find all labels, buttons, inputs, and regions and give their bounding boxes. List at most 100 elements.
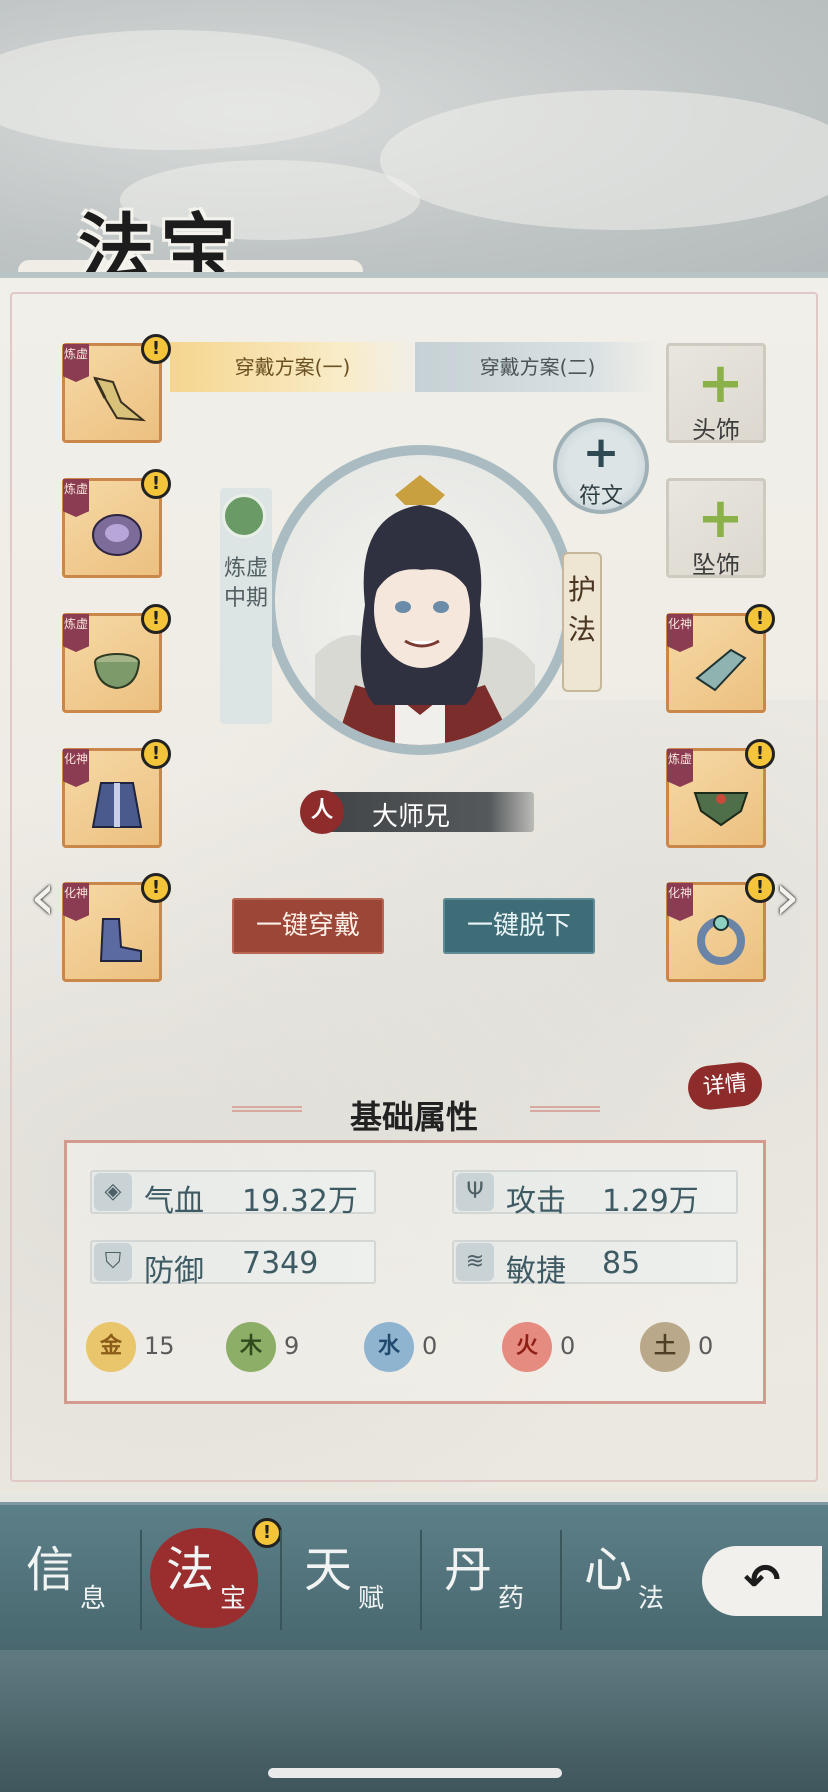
- jade-bracer-icon: [695, 648, 747, 692]
- realm-panel: 炼虚中期: [220, 488, 272, 724]
- grade-tag: 化神: [667, 883, 693, 921]
- element-metal: 金 15: [86, 1322, 206, 1372]
- equip-all-button[interactable]: 一键穿戴: [232, 898, 384, 954]
- stat-agility: ≋ 敏捷 85: [452, 1240, 738, 1289]
- wing-icon: ≋: [456, 1243, 494, 1281]
- slot-label: 坠饰: [692, 551, 740, 579]
- green-belt-icon: [693, 792, 749, 827]
- stat-value: 1.29万: [602, 1184, 699, 1219]
- nav-divider: [420, 1530, 422, 1630]
- equip-slot-left-3[interactable]: 炼虚 !: [62, 604, 171, 713]
- nav-divider: [560, 1530, 562, 1630]
- sword-blade-icon: [93, 376, 147, 422]
- unequip-all-button[interactable]: 一键脱下: [443, 898, 595, 954]
- element-fire: 火 0: [502, 1322, 622, 1372]
- outfit-tabs: 穿戴方案(一) 穿戴方案(二): [170, 342, 660, 392]
- equip-slot-left-5[interactable]: 化神 !: [62, 873, 171, 982]
- element-value: 0: [698, 1332, 714, 1360]
- plus-icon: +: [697, 351, 744, 416]
- nav-main-label: 丹: [444, 1542, 493, 1598]
- back-arrow-icon[interactable]: ↶: [702, 1546, 822, 1616]
- stats-title: 基础属性: [349, 1098, 478, 1136]
- element-value: 0: [560, 1332, 576, 1360]
- earth-element-icon: 土: [640, 1322, 690, 1372]
- element-value: 15: [144, 1332, 175, 1360]
- equip-slot-right-1[interactable]: 化神 !: [666, 604, 775, 713]
- grade-tag: 炼虚: [667, 749, 693, 787]
- stat-value: 7349: [242, 1246, 319, 1281]
- rune-label: 符文: [578, 484, 623, 509]
- equip-slot-pendant[interactable]: + 坠饰: [666, 478, 766, 579]
- metal-element-icon: 金: [86, 1322, 136, 1372]
- element-wood: 木 9: [226, 1322, 346, 1372]
- alert-icon: !: [252, 1518, 282, 1548]
- tab-outfit-2[interactable]: 穿戴方案(二): [415, 342, 660, 392]
- grade-tag: 炼虚: [63, 479, 89, 517]
- stat-attack: Ψ 攻击 1.29万: [452, 1170, 738, 1219]
- grade-tag: 化神: [63, 749, 89, 787]
- plus-icon: +: [582, 427, 620, 478]
- grade-tag: 炼虚: [63, 344, 89, 382]
- character-name: 大师兄: [372, 802, 451, 832]
- guardian-button[interactable]: 护法: [562, 552, 602, 692]
- attack-icon: Ψ: [456, 1173, 494, 1211]
- gem-ring-icon: [697, 915, 745, 965]
- tab-outfit-1[interactable]: 穿戴方案(一): [170, 342, 415, 392]
- nav-sub-label: 药: [498, 1584, 525, 1614]
- nav-talent[interactable]: 天 赋: [304, 1530, 424, 1620]
- water-element-icon: 水: [364, 1322, 414, 1372]
- alert-icon: !: [141, 739, 171, 769]
- character-portrait: [265, 445, 575, 755]
- stat-name: 敏捷: [506, 1254, 566, 1289]
- stat-value: 19.32万: [242, 1184, 358, 1219]
- nav-sub-label: 息: [80, 1584, 107, 1614]
- equip-slot-headwear[interactable]: + 头饰: [666, 343, 766, 444]
- plus-icon: +: [697, 486, 744, 551]
- grade-tag: 化神: [667, 614, 693, 652]
- nav-pill[interactable]: 丹 药: [444, 1530, 564, 1620]
- wood-element-icon: 木: [226, 1322, 276, 1372]
- grade-tag: 炼虚: [63, 614, 89, 652]
- element-value: 9: [284, 1332, 300, 1360]
- race-tag: 人: [300, 790, 344, 834]
- element-water: 水 0: [364, 1322, 484, 1372]
- nav-main-label: 信: [26, 1542, 75, 1598]
- prev-character-arrow-icon[interactable]: ‹: [18, 862, 68, 932]
- nav-sub-label: 宝: [220, 1584, 247, 1614]
- shield-icon: ⛉: [94, 1243, 132, 1281]
- stat-name: 防御: [144, 1254, 204, 1289]
- slot-label: 头饰: [692, 416, 740, 444]
- nav-main-label: 天: [304, 1542, 353, 1598]
- nav-divider: [140, 1530, 142, 1630]
- nav-sub-label: 赋: [358, 1584, 385, 1614]
- equip-slot-right-2[interactable]: 炼虚 !: [666, 739, 775, 848]
- nav-info[interactable]: 信 息: [26, 1530, 146, 1620]
- alert-icon: !: [745, 739, 775, 769]
- blue-robe-icon: [91, 782, 143, 828]
- element-earth: 土 0: [640, 1322, 760, 1372]
- character-avatar: [315, 475, 535, 745]
- blood-drop-icon: ◈: [94, 1173, 132, 1211]
- home-indicator[interactable]: [268, 1768, 562, 1778]
- purple-armor-icon: [92, 514, 142, 556]
- alert-icon: !: [141, 873, 171, 903]
- alert-icon: !: [141, 334, 171, 364]
- next-character-arrow-icon[interactable]: ›: [762, 862, 812, 932]
- stat-name: 气血: [144, 1184, 204, 1219]
- rune-button[interactable]: + 符文: [553, 418, 649, 514]
- stat-value: 85: [602, 1246, 641, 1281]
- stat-defense: ⛉ 防御 7349: [90, 1240, 376, 1289]
- realm-swirl-icon: [222, 494, 266, 538]
- equip-slot-left-4[interactable]: 化神 !: [62, 739, 171, 848]
- nav-divider: [280, 1530, 282, 1630]
- nav-method[interactable]: 心 法: [584, 1530, 704, 1620]
- fire-element-icon: 火: [502, 1322, 552, 1372]
- stat-name: 攻击: [506, 1184, 566, 1219]
- nav-sub-label: 法: [638, 1584, 665, 1614]
- stat-hp: ◈ 气血 19.32万: [90, 1170, 376, 1219]
- alert-icon: !: [141, 604, 171, 634]
- alert-icon: !: [745, 604, 775, 634]
- equip-slot-left-1[interactable]: 炼虚 !: [62, 334, 171, 443]
- equip-slot-right-3[interactable]: 化神 !: [666, 873, 775, 982]
- equip-slot-left-2[interactable]: 炼虚 !: [62, 469, 171, 578]
